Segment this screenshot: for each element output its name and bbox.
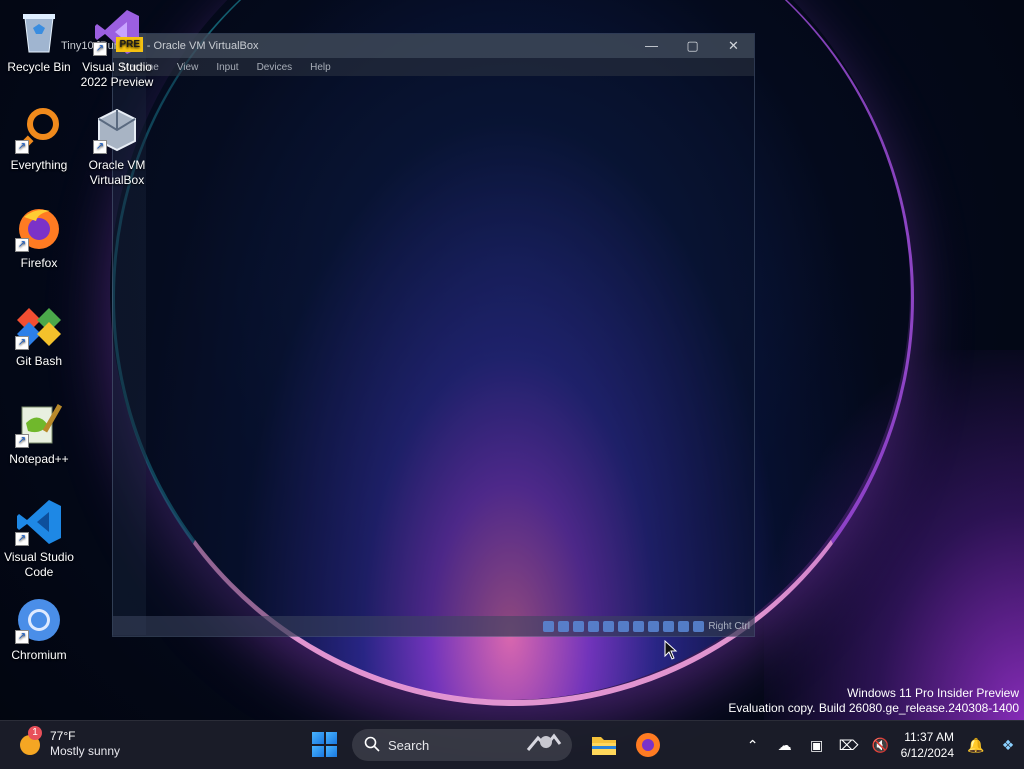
windows-logo-pane [325, 732, 337, 744]
watermark-build: Evaluation copy. Build 26080.ge_release.… [728, 701, 1019, 715]
taskbar-clock[interactable]: 11:37 AM 6/12/2024 [897, 729, 960, 761]
windows-logo-pane [312, 732, 324, 744]
virtualbox-cube-icon: ↗ [93, 106, 141, 154]
firefox-icon [636, 733, 660, 757]
volume-muted-icon[interactable]: 🔇 [865, 737, 897, 754]
windows-evaluation-watermark: Windows 11 Pro Insider Preview Evaluatio… [728, 686, 1019, 716]
optical-drive-icon[interactable] [558, 620, 570, 632]
desktop-icon-visual-studio-code[interactable]: ↗ Visual Studio Code [0, 498, 78, 580]
clock-date: 6/12/2024 [900, 746, 954, 760]
audio-icon[interactable] [573, 620, 585, 632]
shortcut-arrow-icon: ↗ [15, 630, 29, 644]
everything-label: Everything [10, 158, 68, 172]
shortcut-arrow-icon: ↗ [15, 434, 29, 448]
close-button[interactable]: ✕ [713, 38, 754, 54]
notification-bell-icon[interactable]: 🔔 [960, 737, 992, 754]
usb-icon[interactable] [603, 620, 615, 632]
maximize-button[interactable]: ▢ [672, 38, 713, 54]
network-disconnected-icon[interactable]: ⌦ [833, 737, 865, 754]
desktop-icon-git-bash[interactable]: ↗ Git Bash [0, 302, 78, 369]
vscode-label: Visual Studio Code [4, 550, 74, 579]
windows-logo-pane [325, 745, 337, 757]
desktop-icon-firefox[interactable]: ↗ Firefox [0, 204, 78, 271]
shortcut-arrow-icon: ↗ [93, 140, 107, 154]
pre-badge: PRE [116, 37, 143, 52]
taskbar-search[interactable]: Search [352, 729, 572, 761]
weather-notification-badge: 1 [28, 726, 42, 740]
desktop-icon-everything[interactable]: ↗ Everything [0, 106, 78, 173]
watermark-edition: Windows 11 Pro Insider Preview [847, 686, 1019, 700]
sun-icon: 1 [18, 726, 42, 756]
recycle-bin-label: Recycle Bin [7, 60, 71, 74]
shortcut-arrow-icon: ↗ [15, 532, 29, 546]
virtualbox-window[interactable]: Tiny10 [Running] - Oracle VM VirtualBox … [61, 33, 755, 637]
vm-titlebar[interactable]: Tiny10 [Running] - Oracle VM VirtualBox … [61, 34, 754, 58]
search-highlight-icon [524, 732, 564, 759]
vm-statusbar: Right Ctrl [113, 616, 754, 636]
mouse-cursor-icon [664, 639, 678, 665]
host-key-label: Right Ctrl [708, 620, 750, 632]
weather-description: Mostly sunny [50, 744, 121, 758]
mouse-integration-icon[interactable] [678, 620, 690, 632]
recycle-bin-icon [15, 8, 63, 56]
menu-help[interactable]: Help [310, 62, 331, 73]
shortcut-arrow-icon: ↗ [15, 140, 29, 154]
git-bash-icon: ↗ [15, 302, 63, 350]
firefox-icon: ↗ [15, 204, 63, 252]
desktop-icon-recycle-bin[interactable]: Recycle Bin [0, 8, 78, 75]
search-icon [364, 736, 380, 755]
virtualbox-label: Oracle VM VirtualBox [88, 158, 146, 187]
git-bash-label: Git Bash [15, 354, 63, 368]
windows-logo-pane [312, 745, 324, 757]
notepad-plus-plus-icon: ↗ [15, 400, 63, 448]
desktop-icon-notepad-plus-plus[interactable]: ↗ Notepad++ [0, 400, 78, 467]
visual-studio-preview-label: Visual Studio 2022 Preview [80, 60, 154, 89]
chromium-label: Chromium [11, 648, 67, 662]
menu-input[interactable]: Input [216, 62, 238, 73]
visual-studio-preview-icon: PRE ↗ [93, 8, 143, 56]
clock-time: 11:37 AM [904, 730, 954, 744]
desktop-icon-visual-studio-2022-preview[interactable]: PRE ↗ Visual Studio 2022 Preview [78, 8, 156, 90]
firefox-label: Firefox [20, 256, 58, 270]
display-settings-icon[interactable]: ▣ [801, 737, 833, 754]
taskbar: 1 77°F Mostly sunny Search ⌃ ☁ ▣ ⌦ 🔇 11:… [0, 720, 1024, 769]
weather-temperature: 77°F [50, 729, 76, 743]
chevron-up-icon[interactable]: ⌃ [737, 737, 769, 754]
shortcut-arrow-icon: ↗ [15, 238, 29, 252]
desktop-icon-oracle-vm-virtualbox[interactable]: ↗ Oracle VM VirtualBox [78, 106, 156, 188]
search-placeholder: Search [388, 737, 430, 753]
keyboard-icon[interactable] [693, 620, 705, 632]
taskbar-file-explorer[interactable] [588, 729, 620, 761]
notepad-plus-plus-label: Notepad++ [9, 452, 69, 466]
vm-display-area[interactable] [113, 76, 754, 616]
hard-disk-icon[interactable] [543, 620, 555, 632]
minimize-button[interactable]: — [631, 38, 672, 54]
menu-view[interactable]: View [177, 62, 199, 73]
menu-devices[interactable]: Devices [257, 62, 293, 73]
onedrive-offline-icon[interactable]: ☁ [769, 737, 801, 754]
copilot-preview-icon[interactable]: ❖ [992, 737, 1024, 754]
shortcut-arrow-icon: ↗ [15, 336, 29, 350]
network-icon[interactable] [588, 620, 600, 632]
weather-widget[interactable]: 1 77°F Mostly sunny [18, 726, 121, 759]
desktop-icon-chromium[interactable]: ↗ Chromium [0, 596, 78, 663]
folder-icon [592, 737, 616, 755]
cpu-icon[interactable] [663, 620, 675, 632]
shared-folders-icon[interactable] [618, 620, 630, 632]
start-button[interactable] [312, 732, 337, 757]
chromium-icon: ↗ [15, 596, 63, 644]
system-tray: ⌃ ☁ ▣ ⌦ 🔇 11:37 AM 6/12/2024 🔔 ❖ [737, 721, 1024, 769]
taskbar-firefox[interactable] [632, 729, 664, 761]
shortcut-arrow-icon: ↗ [93, 42, 107, 56]
recording-icon[interactable] [648, 620, 660, 632]
display-icon[interactable] [633, 620, 645, 632]
vm-menubar: Machine View Input Devices Help [113, 58, 754, 76]
wallpaper-glow-right [764, 350, 1024, 720]
everything-magnifier-icon: ↗ [15, 106, 63, 154]
vscode-icon: ↗ [15, 498, 63, 546]
